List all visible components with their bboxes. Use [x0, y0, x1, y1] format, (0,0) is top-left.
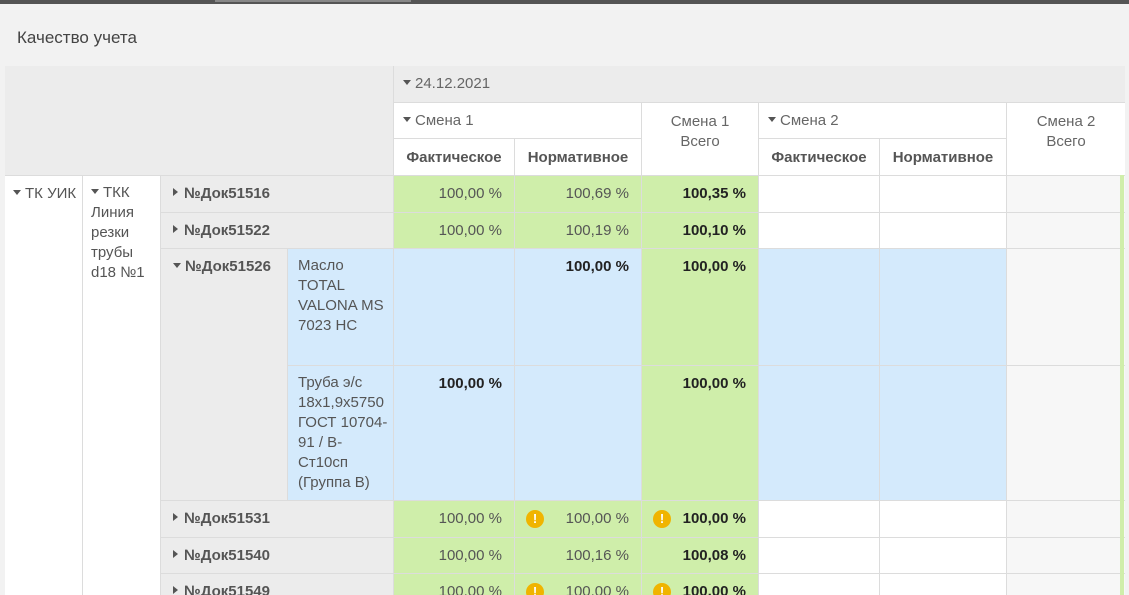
shift2-actual — [759, 538, 880, 574]
shift2-normative — [880, 574, 1007, 595]
shift1-total-header: Смена 1 Всего — [642, 103, 759, 176]
expand-icon — [173, 188, 178, 197]
shift2-total — [1007, 538, 1125, 574]
top-bar — [0, 0, 1129, 4]
expand-icon — [173, 513, 178, 522]
expand-icon — [173, 550, 178, 559]
shift2-actual — [759, 574, 880, 595]
shift1-actual: 100,00 % — [394, 366, 515, 501]
shift2-total — [1007, 366, 1125, 501]
top-tab[interactable] — [215, 0, 411, 2]
shift1-normative: ! 100,00 % — [515, 501, 642, 538]
shift1-normative: ! 100,00 % — [515, 574, 642, 595]
shift1-normative-header: Нормативное — [515, 139, 642, 176]
shift2-normative — [880, 538, 1007, 574]
warning-icon[interactable]: ! — [653, 583, 671, 595]
shift2-header[interactable]: Смена 2 — [759, 103, 1007, 139]
collapse-icon — [13, 189, 21, 195]
warning-icon[interactable]: ! — [653, 510, 671, 528]
shift2-actual-header: Фактическое — [759, 139, 880, 176]
material-name: Масло TOTAL VALONA MS 7023 HC — [288, 249, 394, 366]
collapse-icon — [91, 188, 99, 194]
shift2-normative — [880, 249, 1007, 366]
warning-icon[interactable]: ! — [526, 510, 544, 528]
shift2-total-header: Смена 2 Всего — [1007, 103, 1125, 176]
doc-row[interactable]: №Док51516 — [161, 176, 394, 213]
shift1-normative: 100,00 % — [515, 249, 642, 366]
collapse-icon — [403, 79, 411, 85]
shift1-total: 100,00 % — [642, 249, 759, 366]
shift2-normative-header: Нормативное — [880, 139, 1007, 176]
shift1-actual: 100,00 % — [394, 213, 515, 249]
material-name: Труба э/с 18x1,9x5750 ГОСТ 10704-91 / В-… — [288, 366, 394, 501]
date-header[interactable]: 24.12.2021 — [394, 66, 1125, 103]
doc-row[interactable]: №Док51531 — [161, 501, 394, 538]
shift1-total: ! 100,00 % — [642, 501, 759, 538]
collapse-icon — [768, 116, 776, 122]
shift1-total: 100,10 % — [642, 213, 759, 249]
shift2-actual — [759, 366, 880, 501]
shift2-total — [1007, 574, 1125, 595]
shift1-header[interactable]: Смена 1 — [394, 103, 642, 139]
warning-icon[interactable]: ! — [526, 583, 544, 595]
shift1-normative: 100,69 % — [515, 176, 642, 213]
shift1-normative — [515, 366, 642, 501]
group-tkk-line[interactable]: ТКК Линия резки трубы d18 №1 — [83, 176, 161, 595]
shift2-normative — [880, 366, 1007, 501]
doc-row-expanded[interactable]: №Док51526 — [161, 249, 288, 501]
expand-icon — [173, 586, 178, 595]
shift2-normative — [880, 213, 1007, 249]
shift2-normative — [880, 176, 1007, 213]
shift1-total: ! 100,00 % — [642, 574, 759, 595]
corner-cell — [5, 66, 394, 176]
pivot-grid: 24.12.2021 Смена 1 Смена 1 Всего Смена 2… — [5, 66, 1125, 595]
shift1-normative: 100,19 % — [515, 213, 642, 249]
shift2-actual — [759, 249, 880, 366]
shift1-actual — [394, 249, 515, 366]
shift1-normative: 100,16 % — [515, 538, 642, 574]
shift2-actual — [759, 213, 880, 249]
collapse-icon — [403, 116, 411, 122]
scroll-edge — [1120, 175, 1124, 595]
shift1-total: 100,08 % — [642, 538, 759, 574]
shift2-normative — [880, 501, 1007, 538]
shift2-actual — [759, 176, 880, 213]
shift2-actual — [759, 501, 880, 538]
page-title: Качество учета — [17, 28, 137, 47]
shift2-total — [1007, 501, 1125, 538]
shift1-actual: 100,00 % — [394, 574, 515, 595]
group-tk-uik[interactable]: ТК УИК — [5, 176, 83, 595]
shift1-actual: 100,00 % — [394, 176, 515, 213]
shift1-actual: 100,00 % — [394, 538, 515, 574]
doc-row[interactable]: №Док51522 — [161, 213, 394, 249]
shift1-total: 100,00 % — [642, 366, 759, 501]
shift1-total: 100,35 % — [642, 176, 759, 213]
doc-row[interactable]: №Док51540 — [161, 538, 394, 574]
collapse-icon — [173, 262, 181, 268]
expand-icon — [173, 225, 178, 234]
shift2-total — [1007, 249, 1125, 366]
shift2-total — [1007, 176, 1125, 213]
shift1-actual: 100,00 % — [394, 501, 515, 538]
shift2-total — [1007, 213, 1125, 249]
doc-row[interactable]: №Док51549 — [161, 574, 394, 595]
shift1-actual-header: Фактическое — [394, 139, 515, 176]
